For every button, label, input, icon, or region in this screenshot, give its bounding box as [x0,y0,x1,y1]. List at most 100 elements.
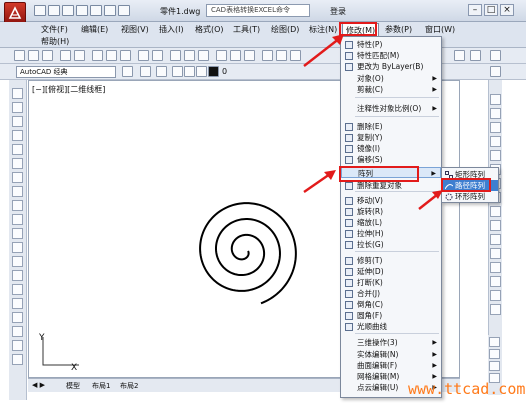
modify-menu-item[interactable]: 特性(P) [341,39,441,50]
line-icon[interactable] [12,88,23,99]
insert-block-icon[interactable] [12,242,23,253]
modify-menu-item[interactable]: 特性匹配(M) [341,50,441,61]
undo-icon[interactable] [104,5,116,16]
preview-icon[interactable] [74,50,85,61]
polyline-icon[interactable] [12,116,23,127]
menu-help[interactable]: 帮助(H) [38,35,72,48]
layer-state-icon[interactable] [156,66,167,77]
login-button[interactable]: 登录 [330,6,346,17]
tab-layout1[interactable]: 布局1 [92,381,110,391]
markup-icon[interactable] [262,50,273,61]
plot-icon[interactable] [60,50,71,61]
open-icon[interactable] [28,50,39,61]
style-icon[interactable] [454,50,465,61]
hatch-icon[interactable] [12,284,23,295]
modify-menu-item[interactable]: 复制(Y) [341,132,441,143]
menu-view[interactable]: 视图(V) [118,23,152,36]
workspace-settings-icon[interactable] [122,66,133,77]
menu-edit[interactable]: 编辑(E) [78,23,111,36]
explode-tb-icon[interactable] [490,304,501,315]
bring-front-icon[interactable] [489,337,500,347]
minimize-button[interactable]: – [468,4,482,16]
sheet-set-icon[interactable] [244,50,255,61]
modify-menu-item[interactable]: 圆角(F) [341,310,441,321]
close-button[interactable]: × [500,4,514,16]
design-center-icon[interactable] [216,50,227,61]
offset-tb-icon[interactable] [490,136,501,147]
spline-icon[interactable] [12,200,23,211]
arc-icon[interactable] [12,158,23,169]
layer-name[interactable]: 0 [222,67,227,76]
rectangle-icon[interactable] [12,144,23,155]
modify-menu-item[interactable]: 删除(E) [341,121,441,132]
zoom-window-icon[interactable] [198,50,209,61]
construction-line-icon[interactable] [12,102,23,113]
menu-format[interactable]: 格式(O) [192,23,227,36]
menu-draw[interactable]: 绘图(D) [268,23,302,36]
qnew-icon[interactable] [14,50,25,61]
erase-tb-icon[interactable] [490,94,501,105]
undo-tb-icon[interactable] [138,50,149,61]
extend-tb-icon[interactable] [490,234,501,245]
tab-layout2[interactable]: 布局2 [120,381,138,391]
modify-menu-item[interactable]: 对象(O) ▶ [341,73,441,84]
submenu-polar-array[interactable]: 环形阵列 [443,191,498,202]
modify-menu-item[interactable]: 剪裁(C) ▶ [341,84,441,95]
redo-tb-icon[interactable] [152,50,163,61]
modify-menu-item[interactable]: 合并(J) [341,288,441,299]
modify-menu-item[interactable]: 打断(K) [341,277,441,288]
modify-menu-item[interactable]: 三维操作(3) ▶ [341,337,441,348]
new-file-icon[interactable] [34,5,46,16]
mtext-icon[interactable] [12,340,23,351]
layer-properties-icon[interactable] [140,66,151,77]
application-menu-button[interactable] [4,2,26,24]
array-tb-icon[interactable] [490,150,501,161]
point-icon[interactable] [12,270,23,281]
modify-menu-item[interactable]: 倒角(C) [341,299,441,310]
tab-nav-icon[interactable]: ◀ ▶ [32,381,45,389]
gradient-icon[interactable] [12,298,23,309]
ellipse-arc-icon[interactable] [12,228,23,239]
tool-palettes-icon[interactable] [230,50,241,61]
modify-menu-item[interactable]: 延伸(D) [341,266,441,277]
break-tb-icon[interactable] [490,248,501,259]
modify-menu-item[interactable]: 修剪(T) [341,255,441,266]
stretch-tb-icon[interactable] [490,206,501,217]
menu-tools[interactable]: 工具(T) [230,23,263,36]
menu-parametric[interactable]: 参数(P) [382,23,415,36]
table-style-icon[interactable] [490,50,501,61]
open-file-icon[interactable] [48,5,60,16]
save-tb-icon[interactable] [42,50,53,61]
trim-tb-icon[interactable] [490,220,501,231]
restore-button[interactable]: □ [484,4,498,16]
modify-menu-item[interactable]: 缩放(L) [341,217,441,228]
cut-icon[interactable] [92,50,103,61]
dimstyle-icon[interactable] [470,50,481,61]
chamfer-tb-icon[interactable] [490,276,501,287]
modify-menu-item[interactable]: 注释性对象比例(O) ▶ [341,103,441,114]
menu-window[interactable]: 窗口(W) [422,23,458,36]
menu-insert[interactable]: 插入(I) [156,23,187,36]
table-icon[interactable] [12,326,23,337]
join-tb-icon[interactable] [490,262,501,273]
modify-menu-item[interactable]: 实体编辑(N) ▶ [341,349,441,360]
modify-menu-item[interactable]: 镜像(I) [341,143,441,154]
mirror-tb-icon[interactable] [490,122,501,133]
bring-above-icon[interactable] [489,361,500,371]
tab-model[interactable]: 模型 [66,381,80,391]
modify-menu-item[interactable]: 曲面编辑(F) ▶ [341,360,441,371]
save-as-icon[interactable] [76,5,88,16]
print-icon[interactable] [90,5,102,16]
copy-clip-icon[interactable] [106,50,117,61]
save-icon[interactable] [62,5,74,16]
search-input[interactable]: CAD表格转换EXCEL命令 [206,4,310,17]
modify-menu-item[interactable]: 更改为 ByLayer(B) [341,61,441,72]
fillet-tb-icon[interactable] [490,290,501,301]
viewport-label[interactable]: [−][俯视][二维线框] [32,84,105,95]
modify-menu-item[interactable]: 拉长(G) [341,239,441,250]
calculator-icon[interactable] [276,50,287,61]
layer-previous-icon[interactable] [490,66,501,77]
modify-menu-item[interactable]: 拉伸(H) [341,228,441,239]
add-selected-icon[interactable] [12,354,23,365]
modify-menu-item[interactable]: 光顺曲线 [341,321,441,332]
